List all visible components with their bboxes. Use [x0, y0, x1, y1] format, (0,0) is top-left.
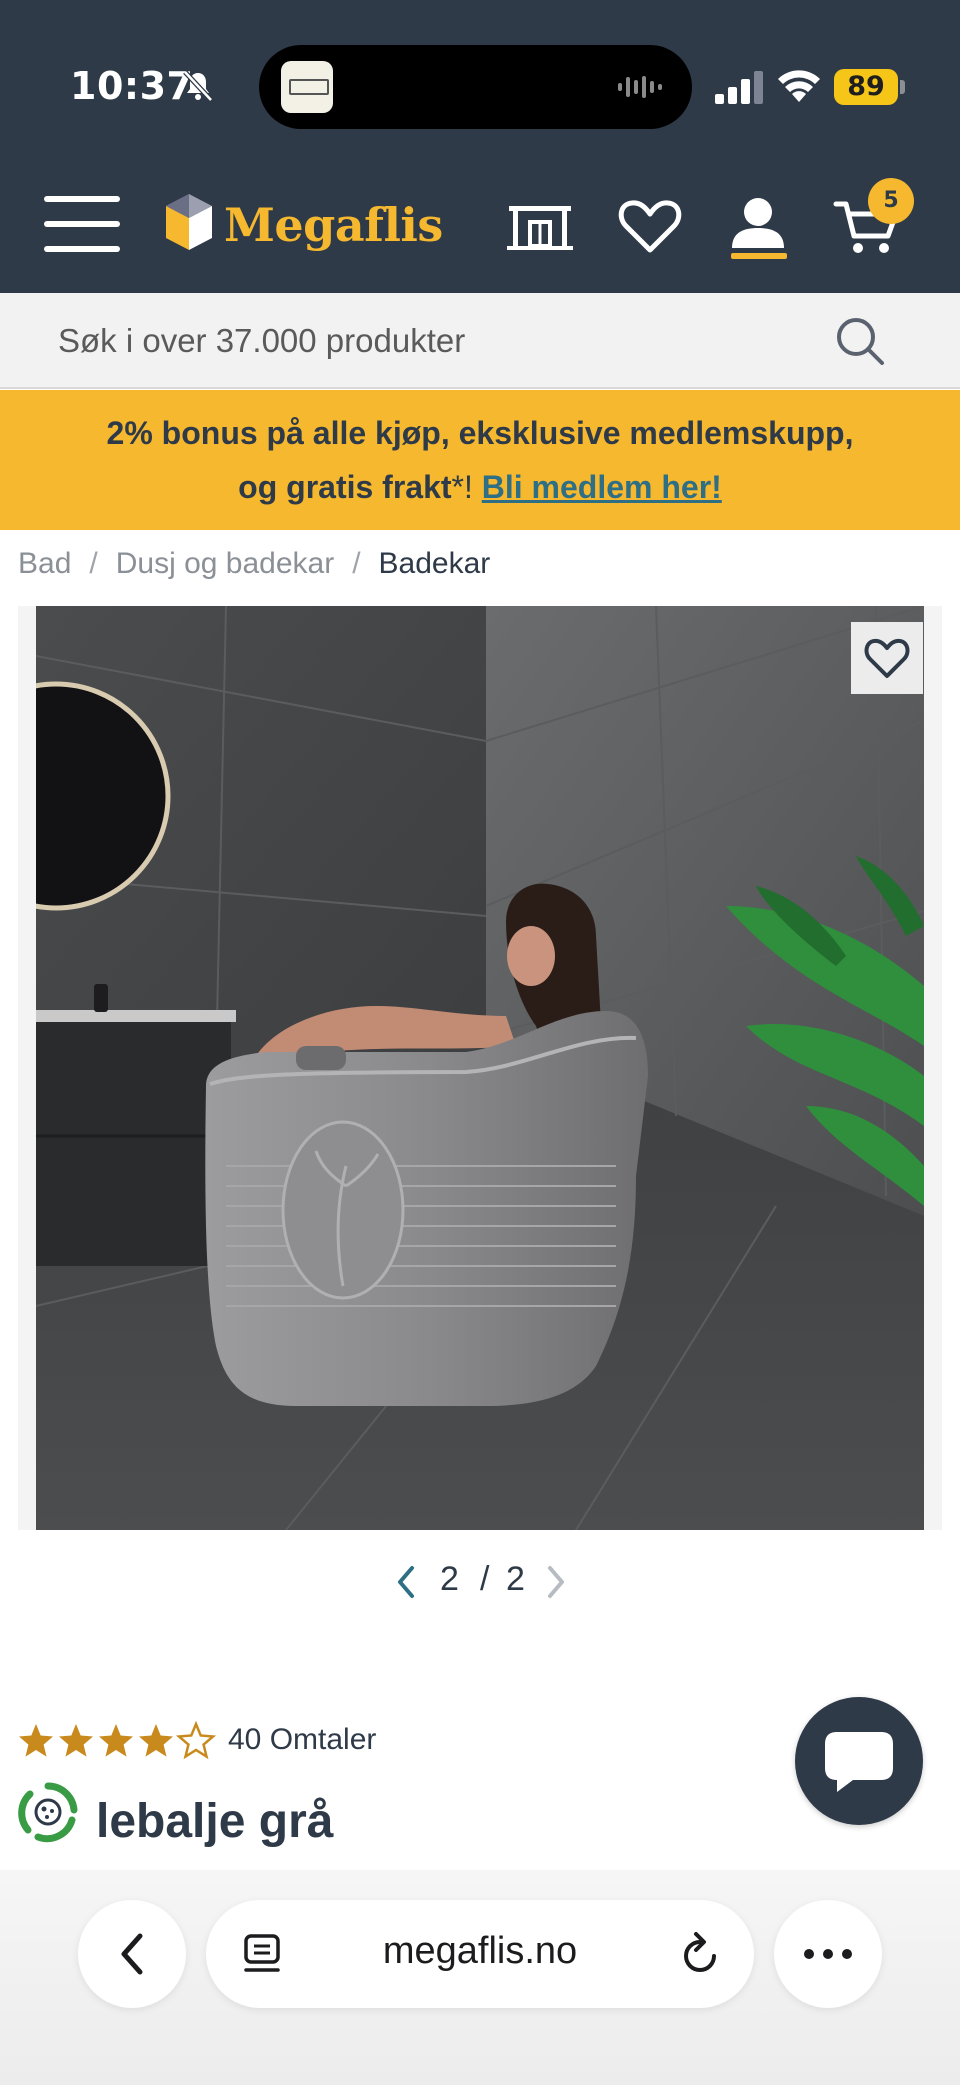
- search-icon[interactable]: [832, 313, 888, 369]
- search-bar: [0, 293, 960, 389]
- cart-count-badge: 5: [868, 178, 914, 224]
- wifi-icon: [778, 70, 820, 102]
- promo-line-2: og gratis frakt*! Bli medlem her!: [0, 460, 960, 514]
- account-active-indicator: [731, 253, 787, 259]
- heart-icon[interactable]: [614, 194, 686, 258]
- chevron-right-icon[interactable]: [542, 1562, 570, 1602]
- browser-back-button[interactable]: [78, 1900, 186, 2008]
- product-title: lebalje grå: [96, 1795, 334, 1848]
- user-icon[interactable]: [722, 194, 794, 258]
- review-count: 40 Omtaler: [228, 1723, 377, 1756]
- pager-total: 2: [506, 1560, 525, 1598]
- heart-icon: [864, 638, 910, 678]
- hamburger-menu-icon[interactable]: [44, 196, 120, 252]
- megaflis-logo[interactable]: Megaflis: [162, 186, 443, 266]
- audio-wave-icon: [618, 76, 662, 98]
- store-icon[interactable]: [504, 194, 576, 258]
- promo-text: og gratis frakt: [238, 469, 452, 505]
- more-dots-icon: [804, 1949, 852, 1959]
- product-rating[interactable]: 40 Omtaler: [18, 1718, 376, 1762]
- favorite-button[interactable]: [851, 622, 923, 694]
- now-playing-app-icon: [281, 61, 333, 113]
- battery-tip: [900, 80, 905, 94]
- eco-recycle-icon: [18, 1782, 78, 1843]
- membership-promo-banner: 2% bonus på alle kjøp, eksklusive medlem…: [0, 390, 960, 530]
- site-header: Megaflis 5: [0, 160, 960, 293]
- status-time: 10:37: [70, 64, 194, 108]
- browser-toolbar: megaflis.no: [0, 1870, 960, 2085]
- breadcrumb: Bad / Dusj og badekar / Badekar: [18, 547, 490, 581]
- chat-button[interactable]: [795, 1697, 923, 1825]
- bell-slash-icon: [183, 70, 213, 102]
- pager-current: 2: [440, 1560, 459, 1598]
- promo-asterisk: *!: [451, 469, 473, 505]
- breadcrumb-separator: /: [352, 547, 361, 580]
- product-image[interactable]: [36, 606, 924, 1530]
- logo-text: Megaflis: [224, 198, 443, 252]
- breadcrumb-separator: /: [89, 547, 98, 580]
- dynamic-island: [259, 45, 692, 129]
- chat-bubble-icon: [825, 1732, 893, 1792]
- back-chevron-icon: [121, 1933, 143, 1975]
- battery-indicator: 89: [834, 69, 898, 105]
- logo-cube-icon: [166, 194, 212, 250]
- gallery-pager: 2 / 2: [392, 1556, 572, 1606]
- browser-more-button[interactable]: [774, 1900, 882, 2008]
- become-member-link[interactable]: Bli medlem her!: [482, 469, 722, 505]
- search-input[interactable]: [58, 315, 818, 367]
- cellular-signal-icon: [715, 71, 763, 104]
- pager-separator: /: [480, 1560, 490, 1598]
- breadcrumb-item-bad[interactable]: Bad: [18, 547, 71, 580]
- chevron-left-icon[interactable]: [392, 1562, 420, 1602]
- breadcrumb-item-badekar: Badekar: [378, 547, 491, 580]
- reload-icon[interactable]: [678, 1930, 722, 1978]
- rating-stars: [19, 1722, 215, 1758]
- promo-line-1: 2% bonus på alle kjøp, eksklusive medlem…: [106, 415, 854, 451]
- url-text: megaflis.no: [382, 1930, 578, 1972]
- address-bar[interactable]: megaflis.no: [206, 1900, 754, 2008]
- status-bar: 10:37 89: [0, 0, 960, 160]
- breadcrumb-item-dusj-og-badekar[interactable]: Dusj og badekar: [116, 547, 334, 580]
